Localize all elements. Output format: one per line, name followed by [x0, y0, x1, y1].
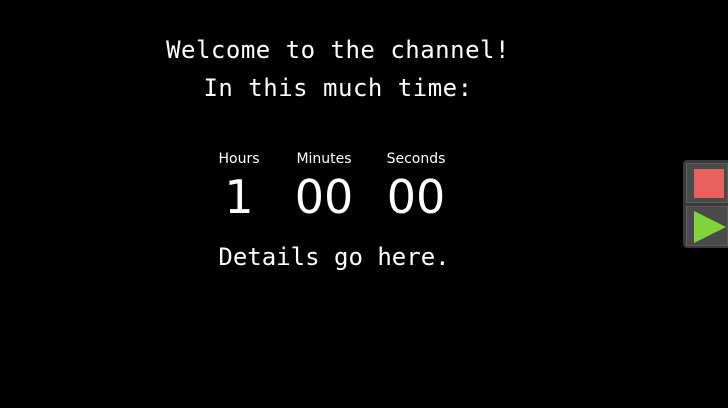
welcome-subtitle: In this much time: — [203, 74, 473, 102]
seconds-unit: Seconds 00 — [380, 150, 452, 224]
stop-button[interactable] — [686, 163, 728, 203]
minutes-label: Minutes — [296, 151, 352, 167]
countdown-screen: Welcome to the channel! In this much tim… — [0, 0, 728, 408]
minutes-value: 00 — [294, 170, 354, 224]
seconds-value: 00 — [386, 170, 446, 224]
welcome-title: Welcome to the channel! — [166, 36, 510, 64]
hours-unit: Hours 1 — [208, 150, 270, 224]
playback-controls — [683, 160, 728, 248]
seconds-label: Seconds — [386, 151, 446, 167]
stop-icon — [694, 169, 724, 198]
hours-label: Hours — [218, 151, 260, 167]
play-button[interactable] — [686, 206, 728, 246]
details-text: Details go here. — [218, 243, 450, 271]
minutes-unit: Minutes 00 — [288, 150, 360, 224]
play-icon — [694, 211, 726, 243]
hours-value: 1 — [224, 170, 254, 224]
